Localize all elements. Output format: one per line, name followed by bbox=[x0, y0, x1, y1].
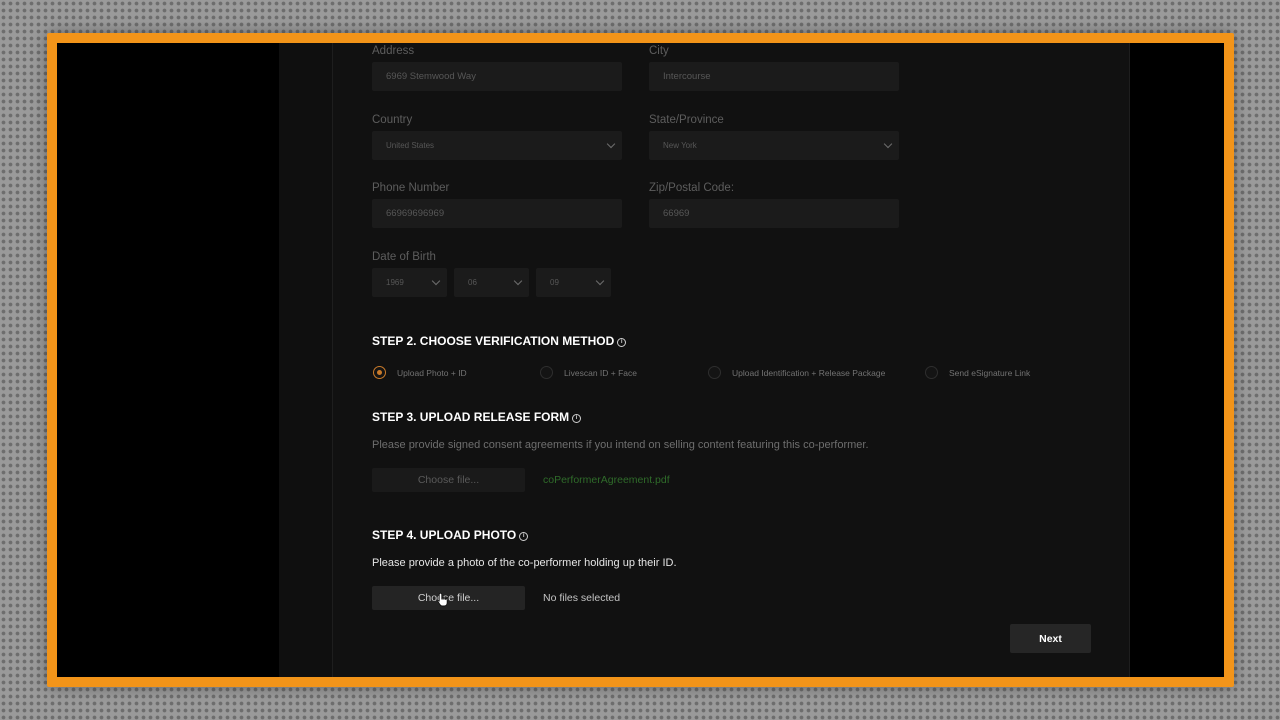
chevron-down-icon bbox=[883, 139, 893, 149]
zip-input[interactable]: 66969 bbox=[649, 199, 899, 228]
dob-year-value: 1969 bbox=[386, 278, 404, 287]
chevron-down-icon bbox=[513, 276, 523, 286]
info-icon[interactable]: i bbox=[572, 414, 582, 423]
form-card: Address 6969 Stemwood Way City Intercour… bbox=[332, 43, 1130, 677]
chevron-down-icon bbox=[606, 139, 616, 149]
radio-upload-photo-id[interactable] bbox=[373, 366, 386, 379]
chevron-down-icon bbox=[595, 276, 605, 286]
step4-title-text: STEP 4. UPLOAD PHOTO bbox=[372, 528, 517, 542]
city-value: Intercourse bbox=[663, 71, 711, 82]
phone-label: Phone Number bbox=[372, 182, 450, 194]
address-label: Address bbox=[372, 45, 415, 57]
radio-label-livescan: Livescan ID + Face bbox=[564, 368, 637, 378]
state-select[interactable]: New York bbox=[649, 131, 899, 160]
dob-month-select[interactable]: 06 bbox=[454, 268, 529, 297]
dob-day-value: 09 bbox=[550, 278, 559, 287]
dob-month-value: 06 bbox=[468, 278, 477, 287]
step3-title: STEP 3. UPLOAD RELEASE FORM i bbox=[372, 410, 582, 424]
radio-label-upload-photo-id: Upload Photo + ID bbox=[397, 368, 467, 378]
phone-value: 66969696969 bbox=[386, 208, 445, 219]
dob-label: Date of Birth bbox=[372, 251, 436, 263]
radio-esignature[interactable] bbox=[925, 366, 938, 379]
country-value: United States bbox=[386, 141, 435, 150]
address-input[interactable]: 6969 Stemwood Way bbox=[372, 62, 622, 91]
step4-description: Please provide a photo of the co-perform… bbox=[372, 557, 677, 569]
city-input[interactable]: Intercourse bbox=[649, 62, 899, 91]
zip-value: 66969 bbox=[663, 208, 690, 219]
step3-description: Please provide signed consent agreements… bbox=[372, 439, 869, 451]
hand-pointer-icon bbox=[437, 592, 448, 607]
step2-title: STEP 2. CHOOSE VERIFICATION METHOD i bbox=[372, 334, 627, 348]
chevron-down-icon bbox=[431, 276, 441, 286]
state-label: State/Province bbox=[649, 114, 724, 126]
state-value: New York bbox=[663, 141, 697, 150]
radio-livescan[interactable] bbox=[540, 366, 553, 379]
orange-frame: Address 6969 Stemwood Way City Intercour… bbox=[47, 33, 1234, 687]
country-select[interactable]: United States bbox=[372, 131, 622, 160]
screen: Address 6969 Stemwood Way City Intercour… bbox=[57, 43, 1224, 677]
step3-choose-file-button[interactable]: Choose file... bbox=[372, 468, 525, 492]
step3-title-text: STEP 3. UPLOAD RELEASE FORM bbox=[372, 410, 570, 424]
dob-year-select[interactable]: 1969 bbox=[372, 268, 447, 297]
radio-label-esignature: Send eSignature Link bbox=[949, 368, 1031, 378]
country-label: Country bbox=[372, 114, 413, 126]
city-label: City bbox=[649, 45, 669, 57]
radio-upload-identification-release[interactable] bbox=[708, 366, 721, 379]
step4-title: STEP 4. UPLOAD PHOTO i bbox=[372, 528, 529, 542]
left-panel bbox=[279, 43, 332, 677]
address-value: 6969 Stemwood Way bbox=[386, 71, 476, 82]
step2-title-text: STEP 2. CHOOSE VERIFICATION METHOD bbox=[372, 334, 615, 348]
next-button[interactable]: Next bbox=[1010, 624, 1091, 653]
step4-file-status: No files selected bbox=[543, 592, 621, 604]
radio-label-upload-identification-release: Upload Identification + Release Package bbox=[732, 368, 886, 378]
zip-label: Zip/Postal Code: bbox=[649, 182, 735, 194]
step3-file-name: coPerformerAgreement.pdf bbox=[543, 474, 670, 486]
info-icon[interactable]: i bbox=[617, 338, 627, 347]
dob-day-select[interactable]: 09 bbox=[536, 268, 611, 297]
info-icon[interactable]: i bbox=[519, 532, 529, 541]
phone-input[interactable]: 66969696969 bbox=[372, 199, 622, 228]
